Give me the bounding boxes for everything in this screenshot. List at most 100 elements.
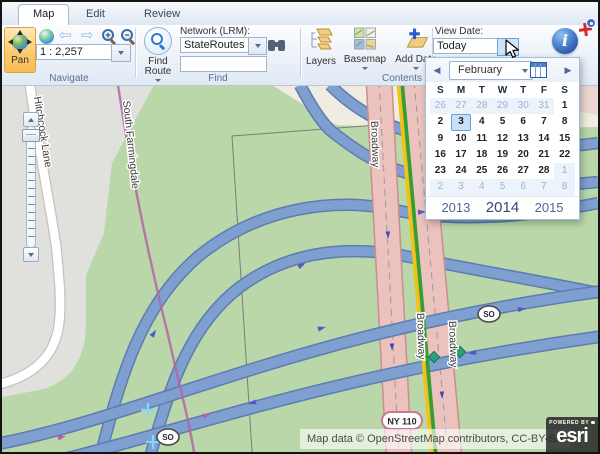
calendar-date[interactable]: 1	[554, 98, 575, 114]
calendar-date[interactable]: 26	[430, 98, 451, 114]
add-data-icon	[402, 27, 430, 51]
calendar-date[interactable]: 22	[554, 147, 575, 163]
calendar-day-header: M	[451, 83, 472, 98]
zoom-slider-down-button[interactable]	[23, 247, 39, 262]
route-tool-icon[interactable]	[578, 22, 594, 38]
application-window: Hitchcock Lane South Farmingdale Broadwa…	[0, 0, 600, 454]
date-picker-popup: ◀ February ▶ SMTWTFS 2627282930311234567…	[425, 57, 580, 220]
calendar-grid-icon[interactable]	[530, 62, 547, 78]
calendar-year[interactable]: 2015	[535, 200, 564, 215]
binoculars-icon[interactable]	[268, 38, 286, 51]
calendar-date[interactable]: 18	[471, 147, 492, 163]
full-extent-globe-icon[interactable]	[39, 29, 54, 44]
calendar-day-header: T	[471, 83, 492, 98]
next-extent-icon[interactable]: ⇨	[81, 26, 94, 44]
basemap-icon	[353, 27, 377, 51]
calendar-date[interactable]: 26	[492, 163, 513, 179]
find-route-button[interactable]: Find Route	[141, 27, 175, 79]
calendar-date[interactable]: 25	[471, 163, 492, 179]
mouse-cursor	[505, 39, 521, 60]
chevron-down-icon	[413, 67, 419, 70]
calendar-date[interactable]: 5	[492, 179, 513, 195]
road-label-broadway: Broadway	[368, 121, 382, 169]
calendar-date[interactable]: 2	[430, 114, 451, 130]
calendar-date[interactable]: 1	[554, 163, 575, 179]
zoom-slider-handle[interactable]	[22, 129, 40, 142]
map-zoom-slider[interactable]	[22, 112, 39, 262]
tab-edit[interactable]: Edit	[72, 5, 119, 24]
view-date-input[interactable]: Today	[433, 38, 499, 54]
calendar-date[interactable]: 27	[513, 163, 534, 179]
chevron-up-icon	[28, 118, 34, 122]
network-dropdown-button[interactable]	[248, 37, 267, 55]
calendar-date[interactable]: 31	[534, 98, 555, 114]
calendar-date[interactable]: 5	[492, 114, 513, 130]
route-search-input[interactable]	[180, 56, 267, 72]
pan-button-label: Pan	[5, 55, 35, 66]
calendar-date[interactable]: 28	[534, 163, 555, 179]
calendar-date[interactable]: 21	[534, 147, 555, 163]
scale-input[interactable]: 1 : 2,257	[36, 44, 116, 60]
calendar-grid: 2627282930311234567891011121314151617181…	[430, 98, 575, 196]
calendar-date[interactable]: 7	[534, 179, 555, 195]
calendar-date[interactable]: 3	[451, 179, 472, 195]
calendar-date[interactable]: 4	[471, 114, 492, 130]
calendar-date[interactable]: 6	[513, 114, 534, 130]
calendar-date[interactable]: 29	[492, 98, 513, 114]
calendar-date[interactable]: 9	[430, 131, 451, 147]
group-label-navigate: Navigate	[4, 73, 134, 84]
calendar-date[interactable]: 8	[554, 114, 575, 130]
calendar-date[interactable]: 28	[471, 98, 492, 114]
calendar-date[interactable]: 16	[430, 147, 451, 163]
info-button[interactable]: i	[552, 28, 578, 54]
basemap-button[interactable]: Basemap	[342, 27, 388, 70]
calendar-date[interactable]: 15	[554, 131, 575, 147]
svg-text:SO: SO	[162, 433, 174, 442]
calendar-date[interactable]: 12	[492, 131, 513, 147]
calendar-day-headers: SMTWTFS	[430, 83, 575, 98]
layers-label: Layers	[303, 56, 339, 67]
layers-button[interactable]: Layers	[303, 27, 339, 67]
calendar-date[interactable]: 6	[513, 179, 534, 195]
calendar-date[interactable]: 14	[534, 131, 555, 147]
calendar-month-select[interactable]: February	[449, 61, 533, 80]
calendar-date[interactable]: 23	[430, 163, 451, 179]
calendar-date[interactable]: 24	[451, 163, 472, 179]
calendar-date[interactable]: 3	[451, 114, 472, 130]
calendar-year-selected[interactable]: 2014	[486, 199, 519, 216]
calendar-day-header: S	[430, 83, 451, 98]
basemap-label: Basemap	[342, 54, 388, 65]
calendar-date[interactable]: 30	[513, 98, 534, 114]
chevron-down-icon	[28, 253, 34, 257]
svg-text:NY 110: NY 110	[387, 417, 416, 427]
view-date-label: View Date:	[435, 26, 483, 37]
svg-text:SO: SO	[483, 310, 495, 319]
zoom-out-icon[interactable]: −	[121, 29, 136, 44]
zoom-slider-ticks	[28, 148, 35, 242]
previous-extent-icon[interactable]: ⇦	[59, 26, 72, 44]
calendar-prev-month-button[interactable]: ◀	[431, 63, 443, 77]
scale-dropdown-button[interactable]	[111, 44, 131, 62]
zoom-in-icon[interactable]: +	[102, 29, 117, 44]
tab-review[interactable]: Review	[130, 5, 194, 24]
calendar-date[interactable]: 11	[471, 131, 492, 147]
pan-button[interactable]: Pan	[4, 27, 36, 73]
zoom-slider-up-button[interactable]	[23, 112, 39, 127]
tab-map[interactable]: Map	[18, 4, 69, 27]
calendar-date[interactable]: 2	[430, 179, 451, 195]
calendar-date[interactable]: 10	[451, 131, 472, 147]
calendar-date[interactable]: 17	[451, 147, 472, 163]
calendar-date[interactable]: 8	[554, 179, 575, 195]
calendar-date[interactable]: 27	[451, 98, 472, 114]
calendar-date[interactable]: 13	[513, 131, 534, 147]
calendar-date[interactable]: 20	[513, 147, 534, 163]
calendar-date[interactable]: 7	[534, 114, 555, 130]
network-select[interactable]: StateRoutes	[180, 37, 250, 53]
calendar-date[interactable]: 4	[471, 179, 492, 195]
calendar-next-month-button[interactable]: ▶	[562, 63, 574, 77]
calendar-day-header: F	[534, 83, 555, 98]
calendar-date[interactable]: 19	[492, 147, 513, 163]
tab-bar: Map Edit Review	[2, 2, 598, 26]
chevron-down-icon	[118, 51, 124, 55]
calendar-year[interactable]: 2013	[441, 200, 470, 215]
